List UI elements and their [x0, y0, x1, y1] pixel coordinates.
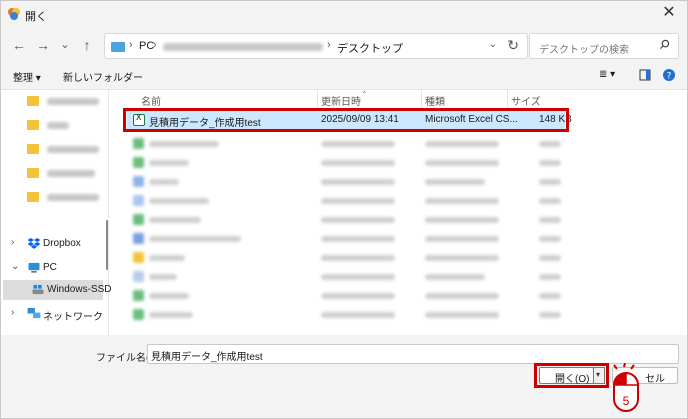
search-icon [659, 39, 670, 50]
file-row-blurred[interactable] [127, 290, 567, 302]
file-row-blurred[interactable] [127, 271, 567, 283]
drive-icon [32, 284, 44, 295]
title-bar: 開く ✕ [1, 1, 687, 27]
back-arrow-icon[interactable]: ← [9, 35, 29, 55]
file-row-blurred[interactable] [127, 309, 567, 321]
network-icon [27, 308, 41, 319]
forward-arrow-icon[interactable]: → [33, 35, 53, 55]
sort-indicator-icon: ⌃ [361, 90, 368, 99]
up-arrow-icon[interactable]: ↑ [77, 35, 97, 55]
mouse-click-icon: 5 [613, 363, 639, 412]
navigation-bar: ← → ⌄ ↑ › PC › › デスクトップ ⌄ ↻ デスクトップの検索 [1, 29, 687, 61]
address-dropdown-icon[interactable]: ⌄ [489, 39, 497, 50]
svg-text:?: ? [667, 72, 672, 82]
navigation-pane: › Dropbox ⌄ PC Windows-SSD › ネットワーク [1, 90, 111, 336]
sidebar-item-label: Dropbox [43, 238, 81, 249]
column-header-name[interactable]: 名前 [141, 93, 161, 108]
breadcrumb-blurred[interactable] [163, 43, 323, 51]
file-row-blurred[interactable] [127, 195, 567, 207]
file-row-blurred[interactable] [127, 252, 567, 264]
preview-pane-icon[interactable] [639, 69, 651, 81]
recent-locations-icon[interactable]: ⌄ [55, 35, 75, 55]
file-list: ⌃ 名前 更新日時 種類 サイズ X 見積用データ_作成用test 2025/0… [111, 90, 687, 336]
highlight-frame [123, 108, 569, 132]
sidebar-scrollbar[interactable] [106, 220, 108, 270]
breadcrumb-separator: › [153, 39, 157, 51]
sidebar-item-dropbox[interactable]: › Dropbox [9, 234, 105, 254]
help-icon[interactable]: ? [662, 68, 676, 82]
chevron-down-icon[interactable]: ⌄ [11, 261, 19, 272]
app-icon [8, 8, 20, 20]
command-toolbar: 整理 ▾ 新しいフォルダー ≣ ▾ ? [1, 65, 687, 87]
column-header-modified[interactable]: 更新日時 [321, 93, 361, 108]
sidebar-item-label: Windows-SSD [47, 284, 112, 295]
sidebar-item-label: ネットワーク [43, 312, 103, 323]
organize-menu[interactable]: 整理 ▾ [13, 69, 41, 84]
breadcrumb-separator: › [327, 39, 331, 51]
file-row-blurred[interactable] [127, 157, 567, 169]
search-box[interactable]: デスクトップの検索 [529, 33, 679, 59]
folder-icon [27, 96, 39, 106]
new-folder-button[interactable]: 新しいフォルダー [63, 69, 143, 84]
sidebar-item-label: PC [43, 262, 57, 273]
cancel-button-label: セル [645, 374, 665, 385]
file-row-blurred[interactable] [127, 233, 567, 245]
pc-icon [111, 42, 125, 52]
address-bar[interactable]: › PC › › デスクトップ ⌄ ↻ [104, 33, 528, 59]
step-number: 5 [623, 394, 630, 408]
window-title: 開く [25, 11, 47, 23]
folder-icon [27, 192, 39, 202]
chevron-down-icon[interactable]: ⌄ [151, 348, 673, 359]
folder-icon [27, 144, 39, 154]
file-row-blurred[interactable] [127, 176, 567, 188]
filename-input[interactable]: 見積用データ_作成用test ⌄ [147, 344, 679, 364]
file-row-blurred[interactable] [127, 214, 567, 226]
refresh-icon[interactable]: ↻ [507, 37, 519, 54]
close-icon[interactable]: ✕ [659, 3, 679, 23]
content-area: › Dropbox ⌄ PC Windows-SSD › ネットワーク ⌃ 名前… [1, 89, 687, 336]
open-file-dialog: 開く ✕ ← → ⌄ ↑ › PC › › デスクトップ ⌄ ↻ デスクトップの… [0, 0, 688, 419]
pc-icon [28, 262, 40, 273]
breadcrumb-pc[interactable]: PC [139, 40, 154, 52]
sidebar-item-pc[interactable]: ⌄ PC [9, 258, 105, 278]
column-header-type[interactable]: 種類 [425, 93, 445, 108]
sidebar-item-windows-ssd[interactable]: Windows-SSD [3, 280, 111, 300]
file-row-blurred[interactable] [127, 138, 567, 150]
dropbox-icon [27, 238, 41, 249]
view-options-icon[interactable]: ≣ ▾ [599, 69, 615, 80]
column-header-size[interactable]: サイズ [511, 93, 541, 108]
chevron-right-icon[interactable]: › [11, 307, 14, 318]
chevron-right-icon[interactable]: › [11, 237, 14, 248]
open-button-highlight-frame [534, 363, 609, 388]
sidebar-item-network[interactable]: › ネットワーク [9, 304, 105, 324]
search-placeholder: デスクトップの検索 [539, 45, 629, 56]
breadcrumb-desktop[interactable]: デスクトップ [337, 40, 403, 56]
folder-icon [27, 168, 39, 178]
breadcrumb-separator: › [129, 39, 133, 51]
folder-icon [27, 120, 39, 130]
